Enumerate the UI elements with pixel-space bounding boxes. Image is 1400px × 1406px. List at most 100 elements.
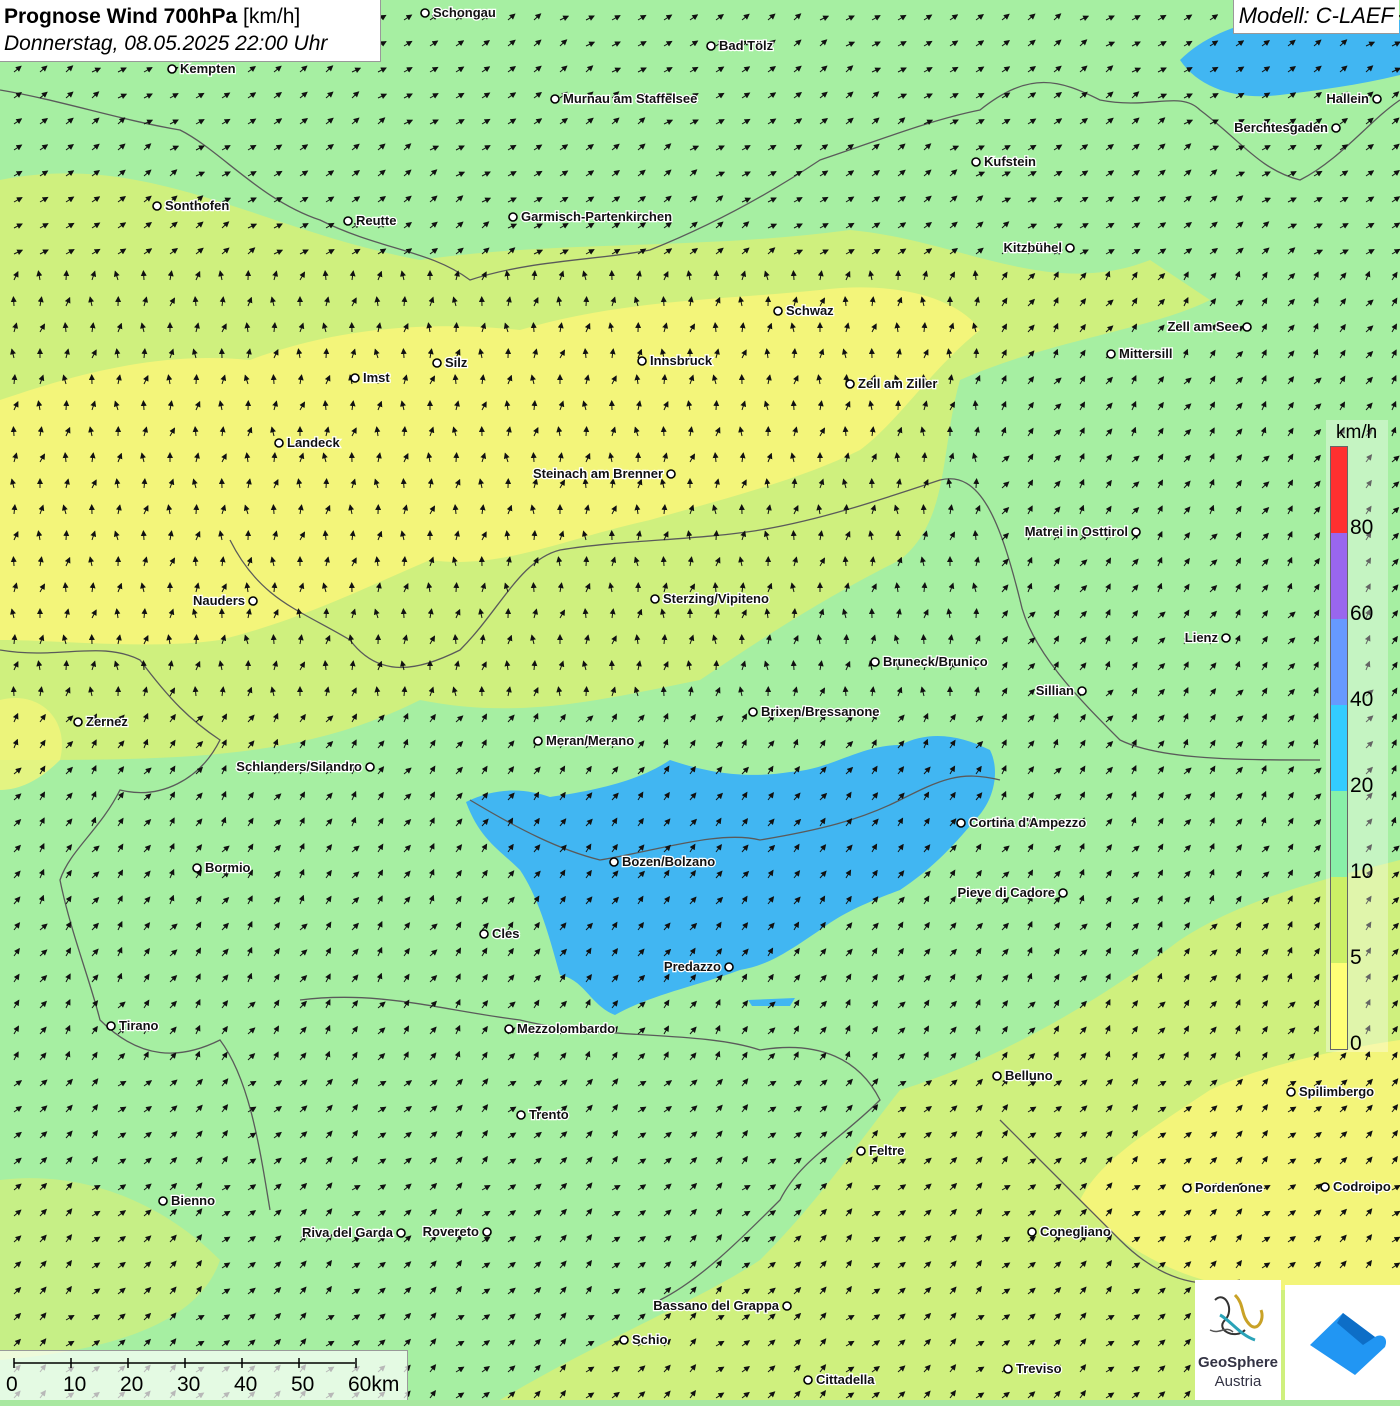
city-bassano-del-grappa: Bassano del Grappa [653, 1298, 791, 1313]
city-label: Kufstein [984, 154, 1036, 169]
city-marker [1373, 95, 1381, 103]
city-marker [1028, 1228, 1036, 1236]
city-label: Sterzing/Vipiteno [663, 591, 769, 606]
wind-arrow [663, 557, 664, 566]
logo-name-line1: GeoSphere [1195, 1354, 1281, 1371]
city-label: Mittersill [1119, 346, 1172, 361]
city-schongau: Schongau [421, 5, 496, 20]
city-marker [957, 819, 965, 827]
city-label: Sillian [1036, 683, 1074, 698]
wind-arrow [13, 687, 14, 696]
geosphere-emblem-icon [1195, 1280, 1281, 1354]
legend-colorbar [1330, 446, 1348, 1050]
scale-label: 60km [348, 1373, 399, 1397]
city-label: Kempten [180, 61, 236, 76]
legend-label: 5 [1350, 946, 1362, 970]
city-label: Rovereto [423, 1224, 479, 1239]
city-marker [725, 963, 733, 971]
city-innsbruck: Innsbruck [638, 353, 713, 368]
wind-arrow [586, 687, 587, 696]
wind-arrow [793, 661, 794, 670]
city-marker [505, 1025, 513, 1033]
wind-arrow [66, 271, 67, 280]
city-label: Bozen/Bolzano [622, 854, 715, 869]
city-schlanders-silandro: Schlanders/Silandro [236, 759, 374, 774]
wind-arrow [533, 583, 534, 592]
city-label: Landeck [287, 435, 341, 450]
wind-arrow [793, 531, 794, 540]
city-bruneck-brunico: Bruneck/Brunico [871, 654, 988, 669]
city-marker [483, 1228, 491, 1236]
wind-arrow [846, 635, 847, 644]
geosphere-logo: GeoSphere Austria [1195, 1280, 1281, 1400]
wind-arrow [533, 323, 534, 332]
city-label: Sonthofen [165, 198, 229, 213]
city-label: Zell am See [1167, 319, 1239, 334]
wind-arrow [143, 661, 144, 670]
city-steinach-am-brenner: Steinach am Brenner [533, 466, 675, 481]
city-label: Pordenone [1195, 1180, 1263, 1195]
city-marker [857, 1147, 865, 1155]
wind-arrow [716, 401, 717, 410]
legend-swatch [1331, 705, 1347, 791]
city-garmisch-partenkirchen: Garmisch-Partenkirchen [509, 209, 672, 224]
city-label: Cles [492, 926, 519, 941]
legend-swatch [1331, 963, 1347, 1049]
city-marker [804, 1376, 812, 1384]
city-label: Schwaz [786, 303, 834, 318]
city-marker [667, 470, 675, 478]
scale-label: 0 [6, 1373, 18, 1397]
city-marker [707, 42, 715, 50]
city-label: Predazzo [664, 959, 721, 974]
city-sonthofen: Sonthofen [153, 198, 229, 213]
city-marker [1222, 634, 1230, 642]
city-label: Reutte [356, 213, 396, 228]
city-marker [168, 65, 176, 73]
city-marker [74, 718, 82, 726]
city-label: Schlanders/Silandro [236, 759, 362, 774]
wind-arrow [456, 453, 457, 462]
wind-arrow [326, 349, 327, 358]
city-label: Berchtesgaden [1234, 120, 1328, 135]
wind-arrow [326, 479, 327, 488]
city-label: Trento [529, 1107, 569, 1122]
legend-label: 80 [1350, 516, 1373, 540]
legend-label: 40 [1350, 688, 1373, 712]
wind-arrow [586, 427, 587, 436]
wind-arrow [143, 271, 144, 280]
wind-arrow [793, 271, 794, 280]
city-matrei-in-osttirol: Matrei in Osttirol [1025, 524, 1140, 539]
scale-label: 40 [234, 1373, 257, 1397]
city-marker [774, 307, 782, 315]
city-label: Zell am Ziller [858, 376, 937, 391]
legend-swatch [1331, 791, 1347, 877]
legend-swatch [1331, 533, 1347, 619]
city-label: Schongau [433, 5, 496, 20]
city-label: Bad Tölz [719, 38, 774, 53]
legend-label: 10 [1350, 860, 1373, 884]
wind-arrow [923, 505, 924, 514]
city-label: Belluno [1005, 1068, 1053, 1083]
city-marker [1183, 1184, 1191, 1192]
wind-map[interactable]: Schongau Bad Tölz Kempten Murnau am Staffel… [0, 0, 1400, 1400]
scale-bar-ruler [0, 1351, 408, 1401]
city-label: Pieve di Cadore [957, 885, 1055, 900]
city-meran-merano: Meran/Merano [534, 733, 634, 748]
city-marker [610, 858, 618, 866]
wind-arrow [456, 583, 457, 592]
city-label: Murnau am Staffelsee [563, 91, 697, 106]
city-label: Treviso [1016, 1361, 1062, 1376]
scale-label: 20 [120, 1373, 143, 1397]
city-pordenone: Pordenone [1183, 1180, 1263, 1195]
app-cloud-icon [1285, 1285, 1400, 1400]
wind-arrow [143, 401, 144, 410]
city-label: Zernez [86, 714, 128, 729]
city-berchtesgaden: Berchtesgaden [1234, 120, 1340, 135]
city-marker [1287, 1088, 1295, 1096]
legend-swatch [1331, 619, 1347, 705]
city-label: Brixen/Bressanone [761, 704, 880, 719]
city-label: Nauders [193, 593, 245, 608]
wind-arrow [66, 661, 67, 670]
city-label: Conegliano [1040, 1224, 1111, 1239]
city-label: Imst [363, 370, 390, 385]
